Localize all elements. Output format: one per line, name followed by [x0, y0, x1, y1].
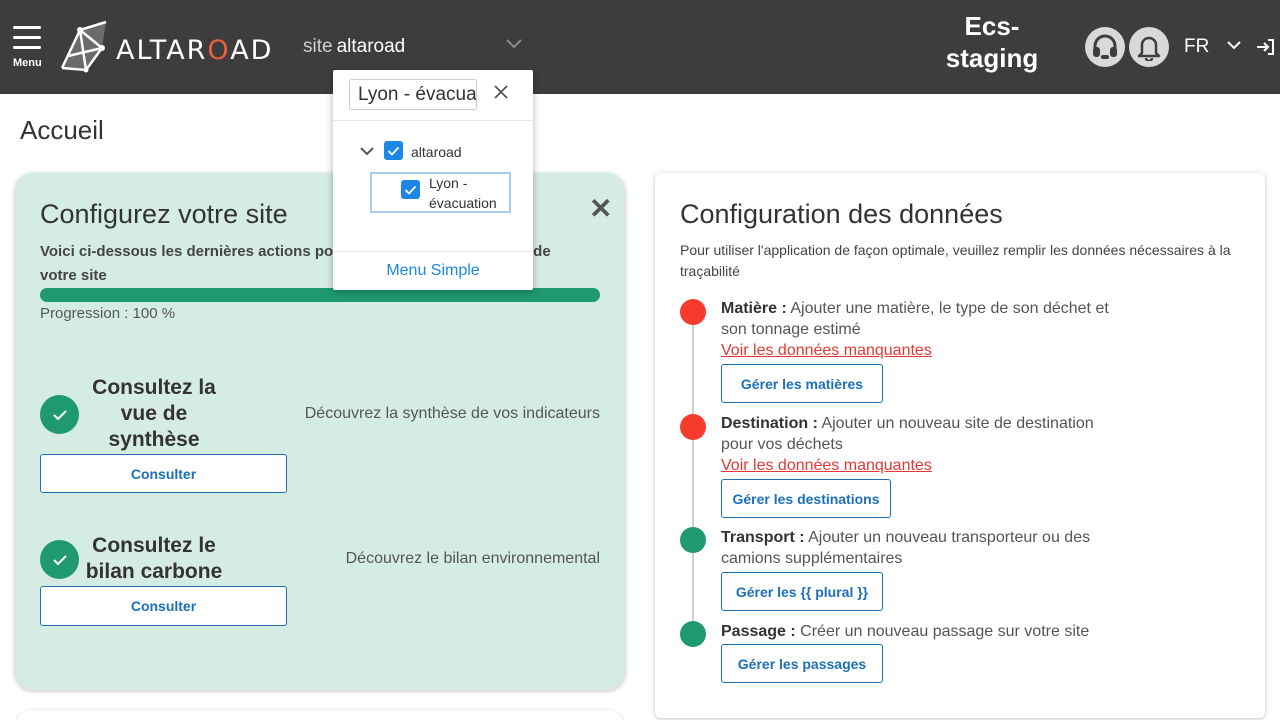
headset-icon [1093, 34, 1117, 59]
item-matiere-text: Matière : Ajouter une matière, le type d… [721, 300, 1109, 338]
site-value: altaroad [336, 36, 406, 57]
progress-label: Progression : 100 % [40, 305, 176, 322]
check-icon [40, 540, 79, 579]
chevron-down-icon[interactable] [505, 38, 523, 50]
menu-button[interactable]: Menu [10, 22, 44, 72]
missing-data-link[interactable]: Voir les données manquantes [721, 457, 932, 475]
step-title-bilan: Consultez le bilan carbone [85, 534, 223, 583]
consult-synthese-button[interactable]: Consulter [40, 454, 287, 493]
item-passage-text: Passage : Créer un nouveau passage sur v… [721, 623, 1090, 640]
logout-icon[interactable] [1256, 38, 1276, 56]
chevron-down-icon[interactable] [359, 146, 375, 158]
tree-label-altaroad[interactable]: altaroad [411, 144, 462, 160]
logo-text: ALTAROAD [116, 34, 274, 66]
site-prefix: site [303, 36, 333, 57]
step-desc-bilan: Découvrez le bilan environnemental [345, 550, 600, 567]
step-title-synthese: Consultez la vue de synthèse [92, 376, 216, 451]
manage-matieres-button[interactable]: Gérer les matières [721, 364, 883, 403]
status-dot-transport [680, 527, 706, 553]
chevron-down-icon[interactable] [1226, 40, 1242, 52]
manage-passages-button[interactable]: Gérer les passages [721, 644, 883, 683]
missing-data-link[interactable]: Voir les données manquantes [721, 342, 932, 360]
configure-site-card: Configurez votre site ✕ Voici ci-dessous… [15, 173, 625, 690]
bell-icon [1137, 36, 1161, 61]
hamburger-icon [13, 26, 41, 49]
status-dot-matiere [680, 299, 706, 325]
tree-checkbox-altaroad[interactable] [384, 141, 403, 160]
menu-label: Menu [13, 57, 42, 69]
check-icon [40, 395, 79, 434]
site-search-input[interactable] [349, 79, 477, 110]
manage-transport-button[interactable]: Gérer les {{ plural }} [721, 572, 883, 611]
step-desc-synthese: Découvrez la synthèse de vos indicateurs [304, 405, 600, 422]
clear-search-icon[interactable] [493, 84, 509, 100]
notifications-button[interactable] [1129, 27, 1169, 67]
consult-bilan-button[interactable]: Consulter [40, 586, 287, 626]
page-title: Accueil [20, 115, 104, 145]
data-card-intro: Pour utiliser l'application de façon opt… [680, 242, 1231, 279]
language-selector[interactable]: FR [1184, 36, 1209, 58]
progress-bar [40, 288, 600, 302]
item-destination-text: Destination : Ajouter un nouveau site de… [721, 415, 1094, 453]
manage-destinations-button[interactable]: Gérer les destinations [721, 479, 891, 518]
data-configuration-card: Configuration des données Pour utiliser … [655, 173, 1265, 718]
item-transport-text: Transport : Ajouter un nouveau transport… [721, 529, 1091, 567]
support-button[interactable] [1085, 27, 1125, 67]
top-bar: Menu ALTAROAD sitealtaroad Ecs- staging [0, 0, 1280, 94]
altaroad-logo[interactable]: ALTAROAD [58, 18, 273, 74]
divider [333, 120, 533, 121]
environment-label: Ecs- staging [945, 11, 1039, 73]
tree-label-lyon[interactable]: Lyon - évacuation [429, 173, 497, 213]
tree-checkbox-lyon[interactable] [401, 180, 420, 199]
logo-mark-icon [60, 20, 107, 73]
timeline-line [692, 313, 694, 633]
status-dot-destination [680, 414, 706, 440]
data-card-title: Configuration des données [680, 199, 1003, 229]
configure-card-title: Configurez votre site [40, 199, 288, 229]
next-card [15, 710, 625, 720]
status-dot-passage [680, 621, 706, 647]
menu-simple-link[interactable]: Menu Simple [333, 262, 533, 280]
site-dropdown-popup: altaroad Lyon - évacuation Menu Simple [333, 70, 533, 290]
close-icon[interactable]: ✕ [589, 195, 612, 223]
divider [333, 251, 533, 252]
site-selector[interactable]: site altaroad [303, 36, 405, 58]
